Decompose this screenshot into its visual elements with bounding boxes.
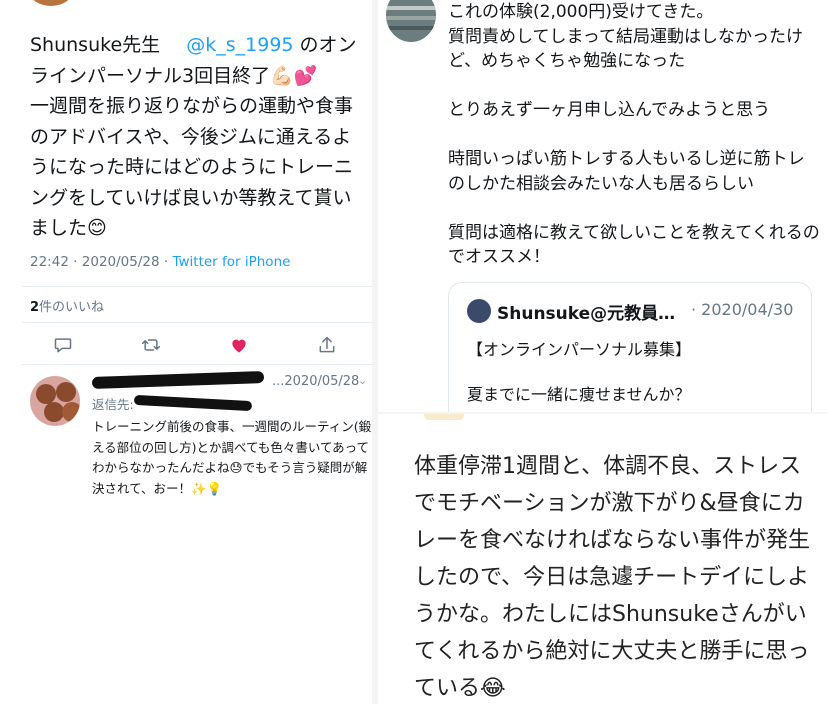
tweet-text: Shunsuke先生 @k_s_1995 のオンラインパーソナル3回目終了💪🏻💕… xyxy=(30,30,368,244)
share-icon[interactable] xyxy=(314,332,340,358)
tweet-actions xyxy=(50,332,340,358)
tweet-line: 質問責めしてしまって結局運動はしなかったけど、めちゃくちゃ勉強になった xyxy=(448,26,803,72)
reply-timestamp: ...2020/05/28 xyxy=(272,374,360,389)
note-screenshot: 体重停滞1週間と、体調不良、ストレスでモチベーションが激下がり&昼食にカレーを食… xyxy=(378,414,828,704)
divider xyxy=(22,322,372,323)
quoted-tweet-card[interactable]: Shunsuke@元教員… · 2020/04/30 【オンラインパーソナル募集… xyxy=(448,282,812,412)
cropped-decoration xyxy=(424,414,464,420)
reply-tweet[interactable]: ...2020/05/28 ⌄ 返信先: トレーニング前後の食事、一週間のルーテ… xyxy=(22,366,372,516)
tweet-line: とりあえず一ヶ月申し込んでみようと思う xyxy=(448,100,771,120)
tweet-line-blank xyxy=(448,74,820,99)
likes-label: 件のいいね xyxy=(39,300,105,315)
redaction-mark xyxy=(91,371,265,389)
avatar xyxy=(467,299,491,323)
retweet-icon[interactable] xyxy=(138,332,164,358)
divider xyxy=(22,364,372,365)
tweet-metadata: 22:42 · 2020/05/28 · Twitter for iPhone xyxy=(30,254,290,270)
avatar[interactable] xyxy=(386,0,436,42)
likes-count[interactable]: 2件のいいね xyxy=(30,296,104,315)
heart-icon[interactable] xyxy=(226,332,252,358)
redaction-mark xyxy=(133,394,253,412)
tweet-timestamp: 22:42 · 2020/05/28 · xyxy=(30,254,173,270)
likes-number: 2 xyxy=(30,300,40,315)
chevron-down-icon[interactable]: ⌄ xyxy=(358,374,367,387)
quoted-body: 夏までに一緒に痩せませんか？ xyxy=(467,385,691,404)
tweet-line: 質問は適格に教えて欲しいことを教えてくれるのでオススメ！ xyxy=(448,222,820,268)
handle-link[interactable]: @k_s_1995 xyxy=(186,34,293,56)
quoted-timestamp: · 2020/04/30 xyxy=(691,300,794,319)
client-link[interactable]: Twitter for iPhone xyxy=(172,254,290,270)
right-tweet-screenshot: これの体験(2,000円)受けてきた。 質問責めしてしまって結局運動はしなかった… xyxy=(378,0,828,412)
divider xyxy=(22,286,372,287)
avatar[interactable] xyxy=(30,0,72,6)
note-text: 体重停滞1週間と、体調不良、ストレスでモチベーションが激下がり&昼食にカレーを食… xyxy=(414,454,811,701)
tweet-text: これの体験(2,000円)受けてきた。 質問責めしてしまって結局運動はしなかった… xyxy=(448,0,820,270)
reply-text: トレーニング前後の食事、一週間のルーティン(鍛える部位の回し方)とか調べても色々… xyxy=(92,419,372,496)
avatar[interactable] xyxy=(30,376,80,426)
author-mention: Shunsuke先生 xyxy=(30,34,161,56)
tweet-line: これの体験(2,000円)受けてきた。 xyxy=(448,2,714,22)
reply-icon[interactable] xyxy=(50,332,76,358)
quoted-title: 【オンラインパーソナル募集】 xyxy=(467,340,692,359)
reply-to-label: 返信先: xyxy=(92,397,134,412)
tweet-line-blank xyxy=(448,196,820,221)
tweet-line: 時間いっぱい筋トレする人もいるし逆に筋トレのしかた相談会みたいな人も居るらしい xyxy=(448,149,805,194)
quoted-author-name: Shunsuke@元教員… xyxy=(497,304,676,324)
tweet-line-blank xyxy=(448,123,820,148)
tweet-body-text: 一週間を振り返りながらの運動や食事のアドバイスや、今後ジムに通えるようになった時… xyxy=(30,95,354,239)
left-tweet-screenshot: Shunsuke先生 @k_s_1995 のオンラインパーソナル3回目終了💪🏻💕… xyxy=(0,0,372,520)
